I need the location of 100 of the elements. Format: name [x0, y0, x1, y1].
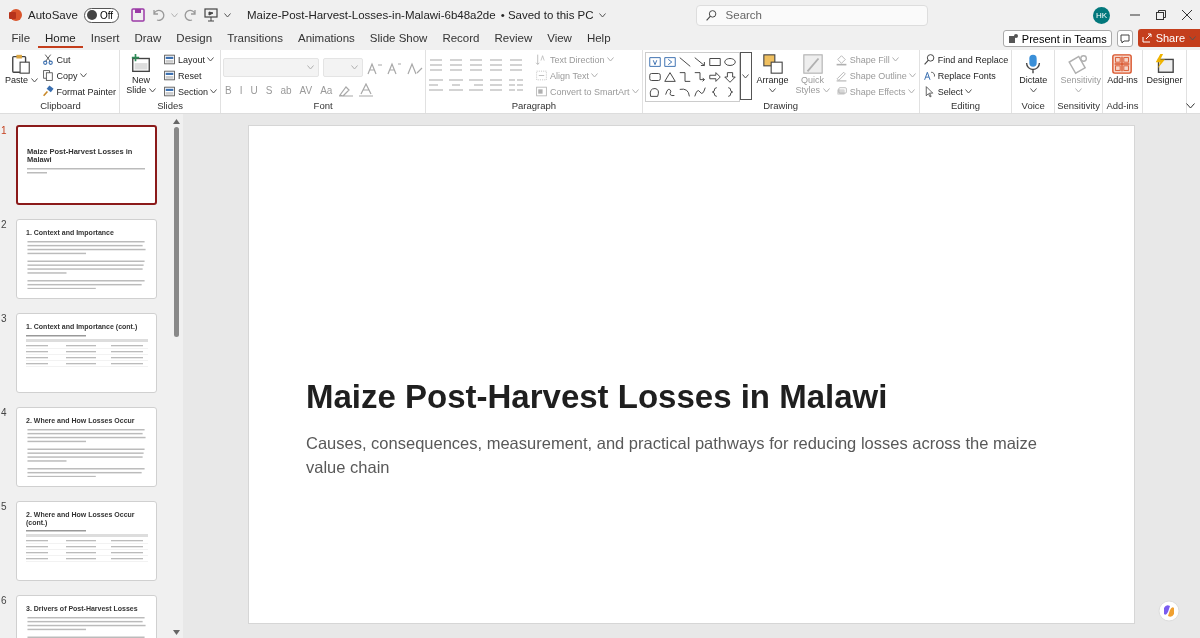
replace-fonts-button[interactable]: Replace Fonts — [921, 68, 1010, 83]
search-field[interactable]: Search — [725, 5, 919, 25]
quick-styles-icon — [801, 53, 824, 75]
redo-icon[interactable] — [184, 8, 199, 22]
new-slide-icon — [130, 53, 153, 75]
caret-icon — [1189, 35, 1196, 41]
connector-icon[interactable] — [677, 70, 692, 84]
undo-icon[interactable] — [151, 8, 166, 22]
section-button[interactable]: Section — [162, 84, 219, 99]
autosave-label: AutoSave — [28, 9, 78, 21]
grow-font-icon[interactable] — [367, 60, 384, 75]
slide-number: 3 — [0, 313, 8, 326]
ribbon-tab[interactable]: Design — [168, 32, 220, 48]
arrange-button[interactable]: Arrange — [753, 52, 792, 97]
caret-icon — [631, 89, 639, 94]
group-label: Slides — [156, 100, 184, 113]
presentation-icon[interactable] — [204, 8, 219, 22]
ribbon-tab[interactable]: Transitions — [219, 32, 291, 48]
font-name-field[interactable] — [223, 58, 320, 77]
triangle-icon[interactable] — [662, 70, 677, 84]
search-icon — [704, 8, 718, 22]
slide-subtitle: Causes, consequences, measurement, and practical pathways for reducing losses across the maize value chain — [306, 432, 1038, 478]
copy-button[interactable]: Copy — [40, 68, 118, 83]
caret-icon — [307, 65, 315, 70]
reset-button[interactable]: Reset — [162, 68, 219, 83]
slide-number: 4 — [0, 407, 8, 420]
group-label: Voice — [1020, 100, 1046, 113]
caret-icon — [207, 57, 215, 62]
share-button[interactable]: Share — [1137, 29, 1200, 47]
copilot-icon[interactable] — [1158, 600, 1180, 622]
arc-icon[interactable] — [677, 85, 692, 99]
caret-icon — [598, 12, 606, 18]
line-icon[interactable] — [677, 55, 692, 69]
user-avatar[interactable]: HK — [1093, 6, 1110, 24]
ribbon-tab[interactable]: Animations — [290, 32, 363, 48]
layout-button[interactable]: Layout — [162, 52, 219, 67]
arrow-icon[interactable] — [692, 55, 707, 69]
effects-icon — [834, 85, 848, 98]
right-arrow-icon[interactable] — [707, 70, 722, 84]
scroll-down-icon[interactable] — [173, 630, 180, 635]
shrink-font-icon[interactable] — [387, 60, 404, 75]
caret-icon — [964, 89, 972, 94]
ribbon-tab[interactable]: Record — [434, 32, 487, 48]
find-and-replace-button[interactable]: Find and Replace — [921, 52, 1010, 67]
caret-icon — [822, 87, 830, 93]
copy-icon — [41, 69, 55, 82]
ribbon-tab[interactable]: Insert — [83, 32, 127, 48]
caret-icon — [907, 89, 915, 94]
freeform-icon[interactable] — [647, 85, 662, 99]
format-painter-button[interactable]: Format Painter — [40, 84, 118, 99]
ribbon-tab[interactable]: View — [539, 32, 580, 48]
ribbon-tab[interactable]: Slide Show — [362, 32, 435, 48]
ribbon-tab[interactable]: File — [4, 32, 38, 48]
comments-button[interactable] — [1116, 30, 1133, 47]
caret-icon — [908, 73, 916, 78]
group-label: Font — [312, 100, 334, 113]
designer-button[interactable]: Designer — [1145, 52, 1184, 87]
close-icon[interactable] — [1182, 10, 1192, 20]
save-icon[interactable] — [131, 8, 146, 22]
elbow-arrow-icon[interactable] — [692, 70, 707, 84]
slide-canvas[interactable]: Maize Post-Harvest Losses in Malawi Causes, consequences, measurement, and practical pathways for reducing losses across the maize value chain — [248, 125, 1135, 624]
curve-icon[interactable] — [692, 85, 707, 99]
font-size-field[interactable] — [323, 58, 364, 77]
grid-icon — [1111, 53, 1134, 75]
ribbon-tab[interactable]: Review — [487, 32, 540, 48]
paste-button[interactable]: Paste — [4, 52, 39, 87]
present-in-teams-button[interactable]: Present in Teams — [1002, 30, 1112, 47]
restore-icon[interactable] — [1156, 10, 1166, 20]
ribbon-tab[interactable]: Draw — [127, 32, 169, 48]
caret-icon — [742, 73, 750, 79]
font-color-icon[interactable] — [358, 83, 375, 97]
caret-icon — [148, 87, 156, 93]
caret-icon — [30, 78, 38, 83]
caret-icon — [1029, 87, 1037, 93]
autosave-toggle[interactable]: Off — [83, 7, 120, 23]
group-label: Sensitivity — [1057, 100, 1100, 113]
ribbon-tab[interactable]: Home — [37, 32, 84, 48]
down-arrow-icon[interactable] — [722, 70, 737, 84]
pen-icon — [834, 69, 848, 82]
cut-button[interactable]: Cut — [40, 52, 118, 67]
caret-icon — [210, 89, 218, 94]
group-label: Add-ins — [1105, 100, 1140, 113]
caret-icon — [891, 57, 899, 62]
scroll-up-icon[interactable] — [173, 119, 180, 124]
new-slide-button[interactable]: New Slide — [122, 52, 161, 97]
caret-icon — [1075, 87, 1083, 93]
ribbon-tab[interactable]: Help — [579, 32, 619, 48]
rectangle-icon[interactable] — [707, 55, 722, 69]
clear-formatting-icon[interactable] — [407, 60, 424, 75]
add-ins-button[interactable]: Add-ins — [1106, 52, 1139, 87]
group-label: Editing — [949, 100, 981, 113]
caret-icon — [590, 73, 598, 78]
app-logo-icon — [8, 8, 22, 22]
select-button[interactable]: Select — [921, 84, 1010, 99]
collapse-ribbon-icon[interactable] — [1186, 103, 1195, 109]
paint-bucket-icon — [834, 53, 848, 66]
dictate-button[interactable]: Dictate — [1014, 52, 1053, 97]
search-box[interactable]: Search — [695, 4, 928, 26]
vertical-text-box-icon[interactable] — [662, 55, 677, 69]
text-box-icon[interactable] — [647, 55, 662, 69]
